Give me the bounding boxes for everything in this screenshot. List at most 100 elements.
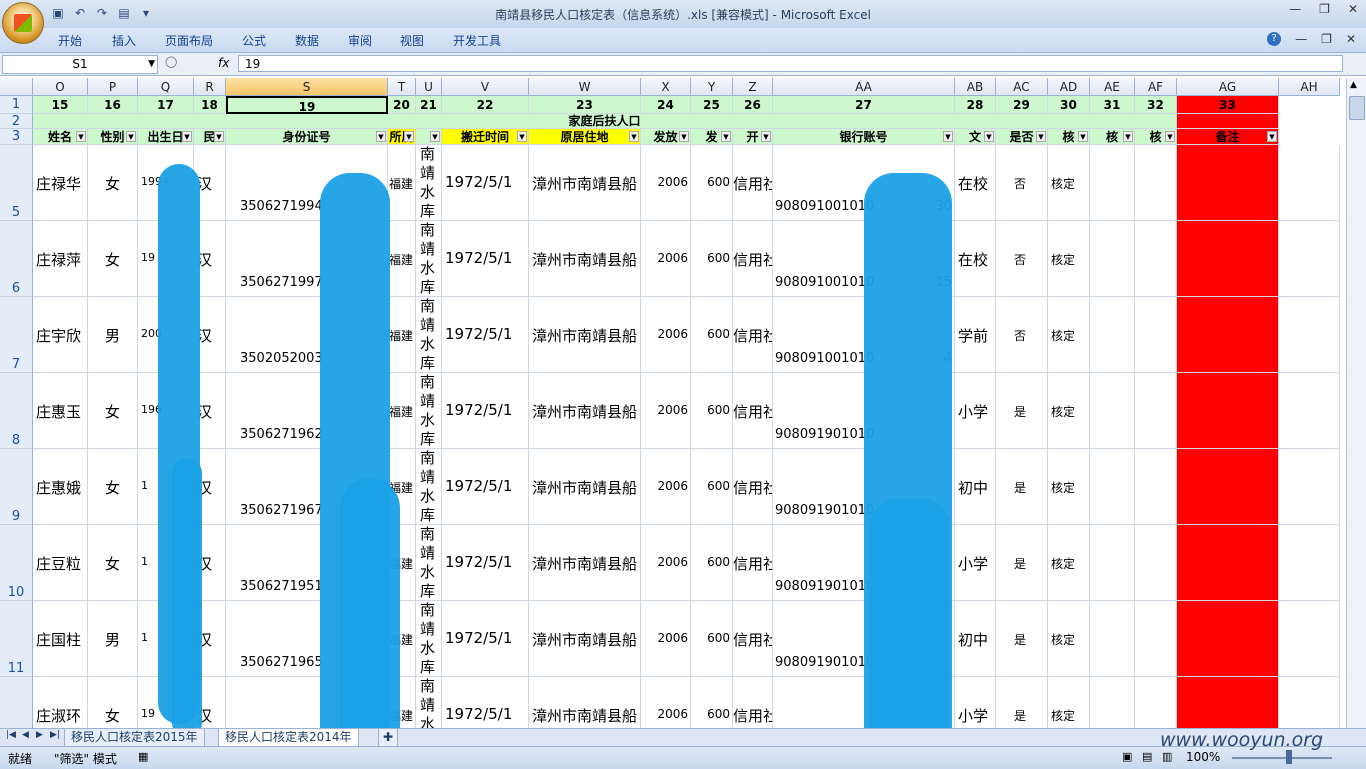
cell-v-9[interactable]: 1972/5/1 bbox=[442, 449, 529, 525]
cell-ae-5[interactable] bbox=[1090, 145, 1135, 221]
cell-p-5[interactable]: 女 bbox=[88, 145, 138, 221]
cell-ac-11[interactable]: 是 bbox=[996, 601, 1048, 677]
row-header-9[interactable]: 9 bbox=[0, 449, 33, 525]
cell-ag2[interactable] bbox=[1177, 114, 1279, 129]
cell-v-10[interactable]: 1972/5/1 bbox=[442, 525, 529, 601]
cell-ab-7[interactable]: 学前 bbox=[955, 297, 996, 373]
filter-dropdown-icon[interactable]: ▼ bbox=[430, 131, 440, 142]
cell-p-6[interactable]: 女 bbox=[88, 221, 138, 297]
cell-ad-9[interactable]: 核定 bbox=[1048, 449, 1090, 525]
cell-o-next[interactable]: 庄淑环 bbox=[33, 677, 88, 728]
cell-ac1[interactable]: 29 bbox=[996, 96, 1048, 114]
tab-data[interactable]: 数据 bbox=[295, 32, 319, 49]
macro-record-icon[interactable]: ▦ bbox=[138, 750, 148, 763]
filter-dropdown-icon[interactable]: ▼ bbox=[404, 131, 414, 142]
tab-developer[interactable]: 开发工具 bbox=[453, 32, 501, 49]
filter-active-icon[interactable]: ▼ bbox=[1267, 131, 1277, 142]
cell-o-8[interactable]: 庄惠玉 bbox=[33, 373, 88, 449]
cell-p-8[interactable]: 女 bbox=[88, 373, 138, 449]
cell-ag-10[interactable] bbox=[1177, 525, 1279, 601]
cell-ad-10[interactable]: 核定 bbox=[1048, 525, 1090, 601]
insert-sheet-icon[interactable]: ✚ bbox=[378, 729, 399, 747]
row-header-10[interactable]: 10 bbox=[0, 525, 33, 601]
cell-ah-next[interactable] bbox=[1279, 677, 1340, 728]
header-t[interactable]: 所属 ▼ bbox=[388, 129, 416, 145]
cell-u1[interactable]: 21 bbox=[416, 96, 442, 114]
row-header-1[interactable]: 1 bbox=[0, 96, 33, 114]
cell-w-6[interactable]: 漳州市南靖县船 bbox=[529, 221, 641, 297]
cell-af-8[interactable] bbox=[1135, 373, 1177, 449]
cell-o-11[interactable]: 庄国柱 bbox=[33, 601, 88, 677]
cell-t-8[interactable]: 福建 bbox=[388, 373, 416, 449]
cell-u-11[interactable]: 南靖水库 bbox=[416, 601, 442, 677]
cell-ab-11[interactable]: 初中 bbox=[955, 601, 996, 677]
cell-ag-next[interactable] bbox=[1177, 677, 1279, 728]
filter-dropdown-icon[interactable]: ▼ bbox=[984, 131, 994, 142]
cell-ae-11[interactable] bbox=[1090, 601, 1135, 677]
column-header-v[interactable]: V bbox=[442, 78, 529, 96]
filter-dropdown-icon[interactable]: ▼ bbox=[943, 131, 953, 142]
column-header-af[interactable]: AF bbox=[1135, 78, 1177, 96]
column-header-p[interactable]: P bbox=[88, 78, 138, 96]
close-icon[interactable]: ✕ bbox=[1348, 2, 1358, 16]
cell-t-5[interactable]: 福建 bbox=[388, 145, 416, 221]
cell-z-5[interactable]: 信用社 bbox=[733, 145, 773, 221]
header-r[interactable]: 民 ▼ bbox=[194, 129, 226, 145]
cell-o-9[interactable]: 庄惠娥 bbox=[33, 449, 88, 525]
tab-home[interactable]: 开始 bbox=[58, 32, 82, 49]
cell-q1[interactable]: 17 bbox=[138, 96, 194, 114]
cell-ac-9[interactable]: 是 bbox=[996, 449, 1048, 525]
filter-dropdown-icon[interactable]: ▼ bbox=[376, 131, 386, 142]
cell-s1[interactable]: 19 bbox=[226, 96, 388, 114]
cell-ag1[interactable]: 33 bbox=[1177, 96, 1279, 114]
cell-af-next[interactable] bbox=[1135, 677, 1177, 728]
header-o[interactable]: 姓名 ▼ bbox=[33, 129, 88, 145]
column-header-ab[interactable]: AB bbox=[955, 78, 996, 96]
cell-ae1[interactable]: 31 bbox=[1090, 96, 1135, 114]
cell-ab1[interactable]: 28 bbox=[955, 96, 996, 114]
cell-v-11[interactable]: 1972/5/1 bbox=[442, 601, 529, 677]
filter-dropdown-icon[interactable]: ▼ bbox=[761, 131, 771, 142]
column-header-ag[interactable]: AG bbox=[1177, 78, 1279, 96]
cell-ac-8[interactable]: 是 bbox=[996, 373, 1048, 449]
header-w[interactable]: 原居住地 ▼ bbox=[529, 129, 641, 145]
cell-af-11[interactable] bbox=[1135, 601, 1177, 677]
header-ad[interactable]: 核 ▼ bbox=[1048, 129, 1090, 145]
cell-ah-6[interactable] bbox=[1279, 221, 1340, 297]
cell-z-7[interactable]: 信用社 bbox=[733, 297, 773, 373]
cell-o-5[interactable]: 庄禄华 bbox=[33, 145, 88, 221]
cell-ae-7[interactable] bbox=[1090, 297, 1135, 373]
cell-u-5[interactable]: 南靖水库 bbox=[416, 145, 442, 221]
page-layout-view-icon[interactable]: ▤ bbox=[1142, 750, 1152, 763]
cell-u-7[interactable]: 南靖水库 bbox=[416, 297, 442, 373]
tab-insert[interactable]: 插入 bbox=[112, 32, 136, 49]
cell-r1[interactable]: 18 bbox=[194, 96, 226, 114]
filter-dropdown-icon[interactable]: ▼ bbox=[214, 131, 224, 142]
cell-ad-next[interactable]: 核定 bbox=[1048, 677, 1090, 728]
help-icon[interactable]: ? bbox=[1267, 32, 1282, 46]
cell-z-10[interactable]: 信用社 bbox=[733, 525, 773, 601]
wb-minimize-icon[interactable]: — bbox=[1295, 32, 1307, 46]
column-header-ac[interactable]: AC bbox=[996, 78, 1048, 96]
cell-ae-6[interactable] bbox=[1090, 221, 1135, 297]
filter-dropdown-icon[interactable]: ▼ bbox=[1123, 131, 1133, 142]
filter-dropdown-icon[interactable]: ▼ bbox=[1078, 131, 1088, 142]
cell-ah-10[interactable] bbox=[1279, 525, 1340, 601]
cell-w-5[interactable]: 漳州市南靖县船 bbox=[529, 145, 641, 221]
cell-x-next[interactable]: 2006 bbox=[641, 677, 691, 728]
cell-o-10[interactable]: 庄豆粒 bbox=[33, 525, 88, 601]
row-header-3[interactable]: 3 bbox=[0, 129, 33, 145]
cell-o1[interactable]: 15 bbox=[33, 96, 88, 114]
cell-w1[interactable]: 23 bbox=[529, 96, 641, 114]
row-header-2[interactable]: 2 bbox=[0, 114, 33, 129]
cell-z-9[interactable]: 信用社 bbox=[733, 449, 773, 525]
column-header-aa[interactable]: AA bbox=[773, 78, 955, 96]
cell-y-8[interactable]: 600 bbox=[691, 373, 733, 449]
cell-ag-8[interactable] bbox=[1177, 373, 1279, 449]
cell-ad-5[interactable]: 核定 bbox=[1048, 145, 1090, 221]
cell-p1[interactable]: 16 bbox=[88, 96, 138, 114]
column-header-x[interactable]: X bbox=[641, 78, 691, 96]
column-header-r[interactable]: R bbox=[194, 78, 226, 96]
column-header-z[interactable]: Z bbox=[733, 78, 773, 96]
cell-u-10[interactable]: 南靖水库 bbox=[416, 525, 442, 601]
